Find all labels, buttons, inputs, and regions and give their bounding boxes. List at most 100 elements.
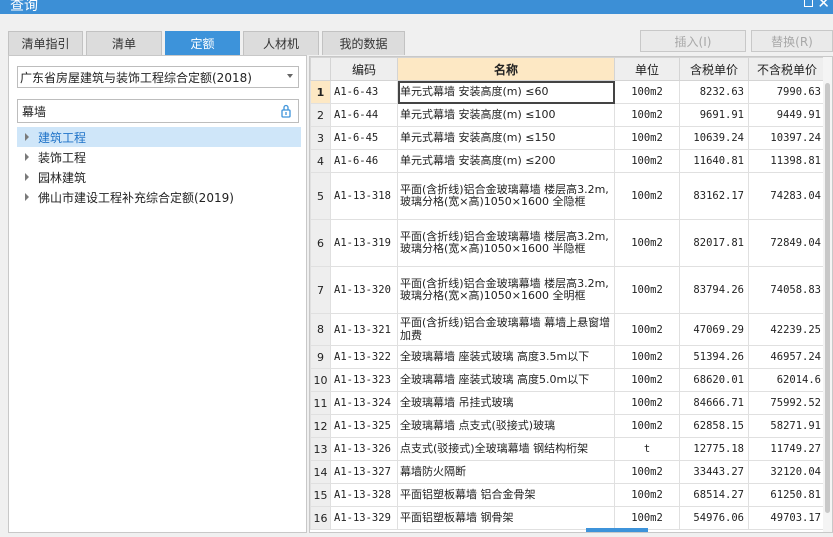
header-unit[interactable]: 单位 [614, 57, 680, 81]
row-index: 10 [310, 368, 331, 392]
insert-button[interactable]: 插入(I) [640, 30, 746, 52]
row-index: 11 [310, 391, 331, 415]
cell-price-tax: 83162.17 [679, 172, 749, 220]
cell-price-notax: 74283.04 [748, 172, 826, 220]
tab-quota[interactable]: 定额 [165, 31, 240, 55]
cell-code: A1-13-322 [330, 345, 398, 369]
expand-arrow-icon[interactable] [25, 193, 29, 201]
tree-item-garden[interactable]: 园林建筑 [17, 167, 301, 187]
left-panel: 广东省房屋建筑与装饰工程综合定额(2018) 幕墙 建筑工程 装饰工程 园林建筑… [8, 55, 307, 533]
table-row[interactable]: 4 A1-6-46 单元式幕墙 安装高度(m) ≤200 100m2 11640… [310, 149, 826, 173]
header-price-tax[interactable]: 含税单价 [679, 57, 749, 81]
cell-price-notax: 7990.63 [748, 80, 826, 104]
search-input-value: 幕墙 [22, 104, 47, 119]
tree-item-foshan[interactable]: 佛山市建设工程补充综合定额(2019) [17, 187, 301, 207]
tree-item-label: 园林建筑 [38, 170, 87, 185]
chevron-down-icon[interactable] [287, 74, 293, 78]
scrollbar-thumb[interactable] [825, 83, 830, 513]
tab-bill-guide[interactable]: 清单指引 [8, 31, 83, 55]
table-row[interactable]: 11 A1-13-324 全玻璃幕墙 吊挂式玻璃 100m2 84666.71 … [310, 391, 826, 415]
header-name[interactable]: 名称 [397, 57, 615, 81]
cell-name: 点支式(驳接式)全玻璃幕墙 钢结构桁架 [397, 437, 615, 461]
tab-bill[interactable]: 清单 [86, 31, 162, 55]
cell-price-tax: 9691.91 [679, 103, 749, 127]
category-tree: 建筑工程 装饰工程 园林建筑 佛山市建设工程补充综合定额(2019) [17, 127, 301, 207]
tree-item-decoration[interactable]: 装饰工程 [17, 147, 301, 167]
cell-name: 平面铝塑板幕墙 钢骨架 [397, 506, 615, 530]
cell-code: A1-13-329 [330, 506, 398, 530]
table-row[interactable]: 8 A1-13-321 平面(含折线)铝合金玻璃幕墙 幕墙上悬窗增加费 100m… [310, 313, 826, 346]
cell-name: 单元式幕墙 安装高度(m) ≤200 [397, 149, 615, 173]
cell-name: 全玻璃幕墙 点支式(驳接式)玻璃 [397, 414, 615, 438]
row-index: 13 [310, 437, 331, 461]
table-row[interactable]: 3 A1-6-45 单元式幕墙 安装高度(m) ≤150 100m2 10639… [310, 126, 826, 150]
cell-price-tax: 47069.29 [679, 313, 749, 346]
library-select[interactable]: 广东省房屋建筑与装饰工程综合定额(2018) [17, 66, 299, 88]
close-icon[interactable]: ✕ [817, 0, 830, 12]
search-input[interactable]: 幕墙 [17, 99, 299, 123]
library-select-value: 广东省房屋建筑与装饰工程综合定额(2018) [20, 70, 252, 85]
table-row[interactable]: 16 A1-13-329 平面铝塑板幕墙 钢骨架 100m2 54976.06 … [310, 506, 826, 530]
cell-price-notax: 46957.24 [748, 345, 826, 369]
cell-name: 全玻璃幕墙 座装式玻璃 高度3.5m以下 [397, 345, 615, 369]
header-code[interactable]: 编码 [330, 57, 398, 81]
table-row[interactable]: 9 A1-13-322 全玻璃幕墙 座装式玻璃 高度3.5m以下 100m2 5… [310, 345, 826, 369]
table-row[interactable]: 1 A1-6-43 单元式幕墙 安装高度(m) ≤60 100m2 8232.6… [310, 80, 826, 104]
vertical-scrollbar[interactable] [823, 57, 832, 532]
cell-price-notax: 61250.81 [748, 483, 826, 507]
cell-name[interactable]: 单元式幕墙 安装高度(m) ≤60 [397, 80, 615, 104]
row-index: 2 [310, 103, 331, 127]
title-bar: 查询 ✕ [0, 0, 833, 14]
row-index: 4 [310, 149, 331, 173]
cell-price-notax: 9449.91 [748, 103, 826, 127]
table-row[interactable]: 2 A1-6-44 单元式幕墙 安装高度(m) ≤100 100m2 9691.… [310, 103, 826, 127]
cell-unit: 100m2 [614, 219, 680, 267]
table-row[interactable]: 7 A1-13-320 平面(含折线)铝合金玻璃幕墙 楼层高3.2m,玻璃分格(… [310, 266, 826, 314]
cell-unit: 100m2 [614, 126, 680, 150]
quota-grid: 编码 名称 单位 含税单价 不含税单价 1 A1-6-43 单元式幕墙 安装高度… [309, 56, 833, 533]
table-row[interactable]: 13 A1-13-326 点支式(驳接式)全玻璃幕墙 钢结构桁架 t 12775… [310, 437, 826, 461]
table-row[interactable]: 10 A1-13-323 全玻璃幕墙 座装式玻璃 高度5.0m以下 100m2 … [310, 368, 826, 392]
cell-code: A1-6-46 [330, 149, 398, 173]
cell-name: 单元式幕墙 安装高度(m) ≤150 [397, 126, 615, 150]
cell-price-tax: 68514.27 [679, 483, 749, 507]
cell-price-tax: 62858.15 [679, 414, 749, 438]
cell-name: 单元式幕墙 安装高度(m) ≤100 [397, 103, 615, 127]
row-index: 9 [310, 345, 331, 369]
tab-labor-material-machine[interactable]: 人材机 [243, 31, 319, 55]
cell-code: A1-6-44 [330, 103, 398, 127]
cell-name: 平面铝塑板幕墙 铝合金骨架 [397, 483, 615, 507]
row-index: 6 [310, 219, 331, 267]
cell-price-tax: 33443.27 [679, 460, 749, 484]
expand-arrow-icon[interactable] [25, 173, 29, 181]
cell-price-notax: 11398.81 [748, 149, 826, 173]
replace-button[interactable]: 替换(R) [751, 30, 833, 52]
header-price-notax[interactable]: 不含税单价 [748, 57, 826, 81]
tab-my-data[interactable]: 我的数据 [322, 31, 405, 55]
table-row[interactable]: 5 A1-13-318 平面(含折线)铝合金玻璃幕墙 楼层高3.2m,玻璃分格(… [310, 172, 826, 220]
cell-code: A1-13-325 [330, 414, 398, 438]
cell-code: A1-13-326 [330, 437, 398, 461]
quota-table: 编码 名称 单位 含税单价 不含税单价 1 A1-6-43 单元式幕墙 安装高度… [310, 57, 826, 530]
cell-unit: 100m2 [614, 313, 680, 346]
row-index: 14 [310, 460, 331, 484]
cell-code: A1-13-320 [330, 266, 398, 314]
search-icon[interactable] [279, 104, 293, 118]
cell-name: 全玻璃幕墙 座装式玻璃 高度5.0m以下 [397, 368, 615, 392]
table-row[interactable]: 6 A1-13-319 平面(含折线)铝合金玻璃幕墙 楼层高3.2m,玻璃分格(… [310, 219, 826, 267]
cell-code: A1-13-318 [330, 172, 398, 220]
tree-item-label: 佛山市建设工程补充综合定额(2019) [38, 190, 234, 205]
expand-arrow-icon[interactable] [25, 133, 29, 141]
header-index [310, 57, 331, 81]
tree-item-building[interactable]: 建筑工程 [17, 127, 301, 147]
table-row[interactable]: 12 A1-13-325 全玻璃幕墙 点支式(驳接式)玻璃 100m2 6285… [310, 414, 826, 438]
row-index: 12 [310, 414, 331, 438]
cell-code: A1-13-328 [330, 483, 398, 507]
cell-unit: 100m2 [614, 414, 680, 438]
restore-icon[interactable] [804, 0, 813, 7]
table-row[interactable]: 15 A1-13-328 平面铝塑板幕墙 铝合金骨架 100m2 68514.2… [310, 483, 826, 507]
table-row[interactable]: 14 A1-13-327 幕墙防火隔断 100m2 33443.27 32120… [310, 460, 826, 484]
horizontal-scroll-indicator[interactable] [586, 528, 648, 532]
cell-unit: 100m2 [614, 149, 680, 173]
expand-arrow-icon[interactable] [25, 153, 29, 161]
